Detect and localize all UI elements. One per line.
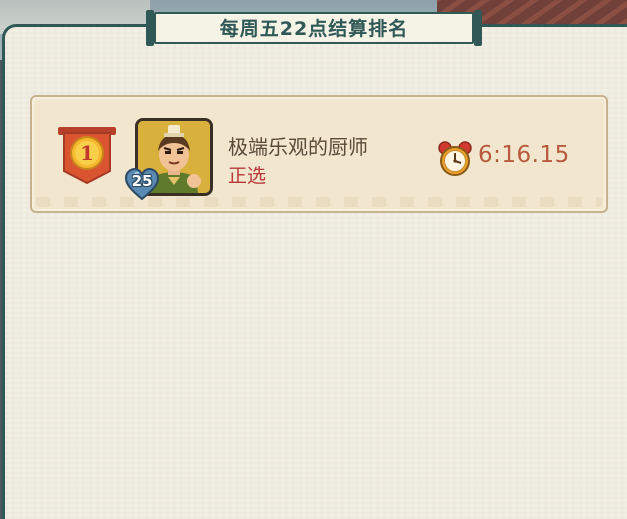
banner-cap-right [474,10,482,46]
banner-cap-left [146,10,154,46]
player-name: 极端乐观的厨师 [228,135,368,159]
ranking-entry[interactable]: 1 25 极端乐观的厨师 正选 6:16.15 [30,95,608,213]
rank-number: 1 [80,141,94,165]
time-value: 6:16.15 [478,142,570,168]
alarm-clock-icon [438,141,472,176]
card-decoration [36,197,602,207]
page-title: 每周五22点结算排名 [219,18,409,40]
ranking-panel: 1 25 极端乐观的厨师 正选 6:16.15 [2,24,627,519]
banner-body: 每周五22点结算排名 [154,12,474,44]
player-status: 正选 [228,165,267,187]
header-banner: 每周五22点结算排名 [146,10,482,48]
rank-medal-icon: 1 [58,127,116,185]
player-level: 25 [131,172,153,190]
